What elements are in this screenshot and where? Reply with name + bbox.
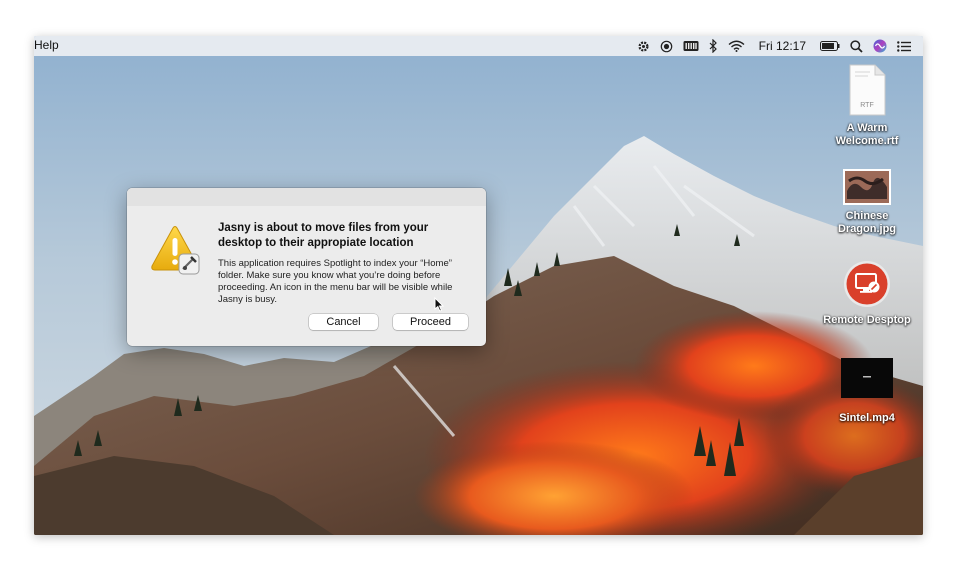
notification-center-icon[interactable] bbox=[897, 36, 911, 56]
gear-icon[interactable] bbox=[637, 36, 650, 56]
remote-desktop-icon bbox=[843, 260, 891, 308]
dialog-titlebar[interactable] bbox=[127, 188, 486, 206]
siri-icon[interactable] bbox=[873, 36, 887, 56]
menu-bar-clock[interactable]: Fri 12:17 bbox=[759, 39, 806, 53]
keyboard-icon[interactable] bbox=[683, 36, 699, 56]
desktop-item-sintel-mp4[interactable]: Sintel.mp4 bbox=[817, 358, 917, 425]
battery-icon[interactable] bbox=[820, 36, 840, 56]
dialog-message: This application requires Spotlight to i… bbox=[218, 258, 453, 305]
menu-bar: Help Fri 12:17 bbox=[34, 36, 923, 56]
wifi-icon[interactable] bbox=[728, 36, 745, 56]
desktop-item-welcome-rtf[interactable]: RTF A Warm Welcome.rtf bbox=[817, 64, 917, 148]
menu-bar-status-area: Fri 12:17 bbox=[627, 36, 911, 56]
menu-help[interactable]: Help bbox=[34, 38, 59, 52]
alert-dialog: Jasny is about to move files from your d… bbox=[127, 188, 486, 346]
video-thumbnail-icon bbox=[841, 358, 893, 398]
desktop-screen: Help Fri 12:17 RTF A Warm Welcome.rtf Ch… bbox=[34, 36, 923, 535]
desktop-item-remote-desktop[interactable]: Remote Desptop bbox=[817, 260, 917, 327]
spotlight-search-icon[interactable] bbox=[850, 36, 863, 56]
rtf-badge: RTF bbox=[860, 102, 874, 109]
rtf-file-icon: RTF bbox=[848, 64, 886, 116]
desktop-item-label: A Warm Welcome.rtf bbox=[835, 122, 899, 147]
mouse-pointer-icon bbox=[434, 297, 444, 312]
desktop-item-chinese-dragon[interactable]: Chinese Dragon.jpg bbox=[817, 169, 917, 236]
cancel-button[interactable]: Cancel bbox=[309, 314, 378, 330]
bluetooth-icon[interactable] bbox=[709, 36, 718, 56]
dialog-title: Jasny is about to move files from your d… bbox=[218, 222, 429, 249]
proceed-button[interactable]: Proceed bbox=[393, 314, 468, 330]
warning-icon bbox=[149, 224, 203, 278]
record-icon[interactable] bbox=[660, 36, 673, 56]
desktop-item-label: Remote Desptop bbox=[823, 314, 911, 326]
desktop-item-label: Sintel.mp4 bbox=[839, 412, 895, 424]
desktop-item-label: Chinese Dragon.jpg bbox=[837, 210, 897, 235]
image-thumbnail-icon bbox=[843, 169, 891, 205]
